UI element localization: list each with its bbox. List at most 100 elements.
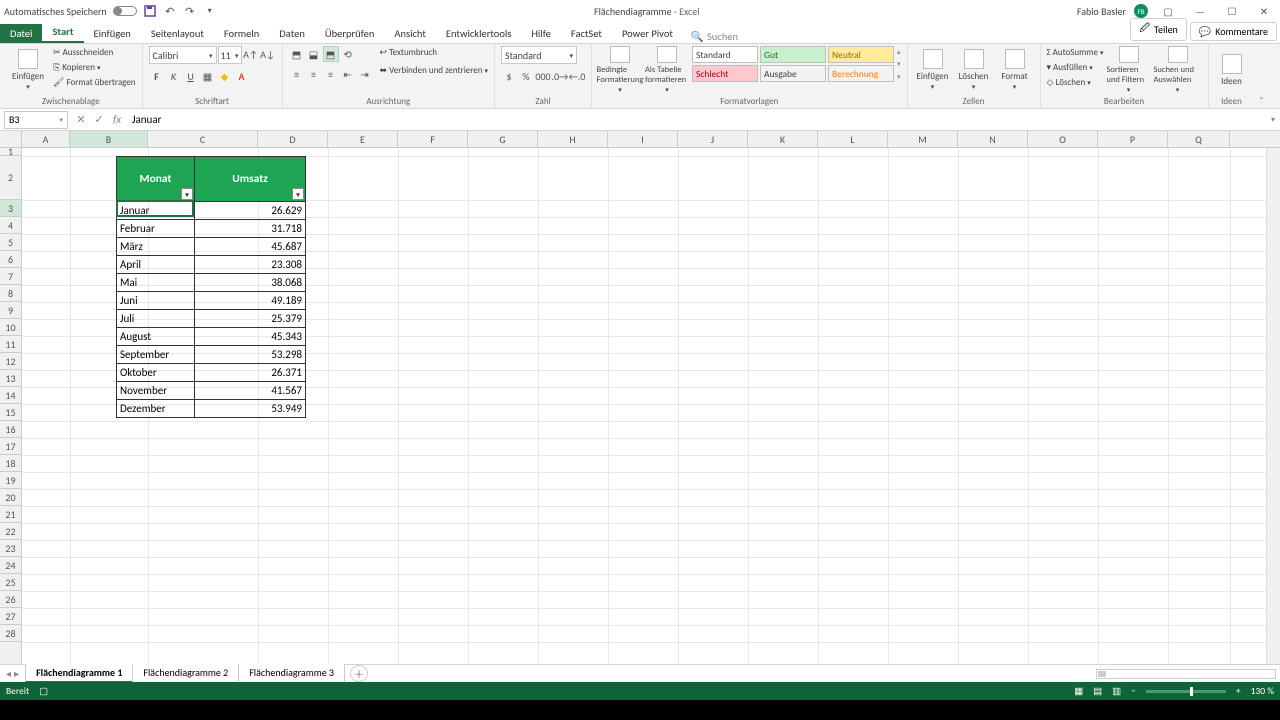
qat-customize-icon[interactable]: ▾ <box>203 4 217 18</box>
table-row[interactable]: Februar31.718 <box>117 219 305 237</box>
filter-button-monat[interactable]: ▾ <box>181 188 193 200</box>
row-header-26[interactable]: 26 <box>0 591 21 608</box>
row-header-18[interactable]: 18 <box>0 455 21 472</box>
tab-start[interactable]: Start <box>42 22 83 43</box>
align-left-icon[interactable]: ≡ <box>289 66 305 82</box>
table-header-umsatz[interactable]: Umsatz▾ <box>195 157 305 201</box>
styles-more-icon[interactable]: ▾ <box>897 72 901 81</box>
table-cell[interactable]: 49.189 <box>195 292 305 309</box>
col-header-M[interactable]: M <box>888 131 958 147</box>
filter-button-umsatz[interactable]: ▾ <box>292 188 304 200</box>
indent-increase-icon[interactable]: ⇥ <box>357 66 373 82</box>
name-box[interactable]: B3▾ <box>4 111 68 129</box>
table-cell[interactable]: 26.371 <box>195 364 305 381</box>
ribbon-mode-icon[interactable]: ▢ <box>1156 3 1180 19</box>
tab-hilfe[interactable]: Hilfe <box>521 24 561 43</box>
table-cell[interactable]: Juni <box>117 292 195 309</box>
table-cell[interactable]: April <box>117 256 195 273</box>
orientation-icon[interactable]: ⟲ <box>340 46 356 62</box>
find-select-button[interactable]: Suchen und Auswählen▾ <box>1154 46 1202 94</box>
sheet-tab-1[interactable]: Flächendiagramme 1 <box>25 664 133 683</box>
fill-button[interactable]: ▾Ausfüllen ▾ <box>1047 61 1104 75</box>
table-cell[interactable]: 26.629 <box>195 202 305 219</box>
tab-formeln[interactable]: Formeln <box>214 24 269 43</box>
table-cell[interactable]: Juli <box>117 310 195 327</box>
cell-styles-gallery[interactable]: Standard Gut Neutral Schlecht Ausgabe Be… <box>692 46 894 82</box>
row-header-10[interactable]: 10 <box>0 319 21 336</box>
col-header-F[interactable]: F <box>398 131 468 147</box>
insert-cells-button[interactable]: Einfügen▾ <box>914 46 952 94</box>
view-pagebreak-icon[interactable]: ▥ <box>1112 685 1121 697</box>
table-row[interactable]: Juni49.189 <box>117 291 305 309</box>
table-row[interactable]: Dezember53.949 <box>117 399 305 417</box>
row-header-22[interactable]: 22 <box>0 523 21 540</box>
table-cell[interactable]: Dezember <box>117 400 195 417</box>
col-header-L[interactable]: L <box>818 131 888 147</box>
table-cell[interactable]: Februar <box>117 220 195 237</box>
table-cell[interactable]: September <box>117 346 195 363</box>
close-icon[interactable]: ✕ <box>1252 3 1276 19</box>
add-sheet-button[interactable]: ＋ <box>350 665 368 682</box>
font-color-button[interactable]: A <box>234 68 250 84</box>
styles-scroll-down-icon[interactable]: ▾ <box>897 59 901 68</box>
tab-factset[interactable]: FactSet <box>561 24 612 43</box>
style-gut[interactable]: Gut <box>760 46 826 63</box>
table-cell[interactable]: 23.308 <box>195 256 305 273</box>
sort-filter-button[interactable]: Sortieren und Filtern▾ <box>1107 46 1151 94</box>
table-row[interactable]: Oktober26.371 <box>117 363 305 381</box>
row-header-1[interactable]: 1 <box>0 148 21 156</box>
horizontal-scrollbar[interactable] <box>1096 669 1276 679</box>
col-header-H[interactable]: H <box>538 131 608 147</box>
user-name[interactable]: Fabio Basler <box>1077 5 1126 18</box>
cancel-fx-icon[interactable]: ✕ <box>72 113 90 126</box>
tab-power pivot[interactable]: Power Pivot <box>612 24 683 43</box>
table-row[interactable]: September53.298 <box>117 345 305 363</box>
fill-color-button[interactable]: ◆ <box>217 68 233 84</box>
tab-überprüfen[interactable]: Überprüfen <box>315 24 385 43</box>
style-neutral[interactable]: Neutral <box>828 46 894 63</box>
zoom-slider[interactable] <box>1146 690 1226 693</box>
format-as-table-button[interactable]: Als Tabelle formatieren▾ <box>645 46 689 94</box>
table-cell[interactable]: November <box>117 382 195 399</box>
tab-einfügen[interactable]: Einfügen <box>84 24 141 43</box>
table-row[interactable]: August45.343 <box>117 327 305 345</box>
tab-ansicht[interactable]: Ansicht <box>384 24 436 43</box>
table-cell[interactable]: Januar <box>117 202 195 219</box>
row-header-5[interactable]: 5 <box>0 234 21 251</box>
comments-button[interactable]: 💬Kommentare <box>1190 22 1277 41</box>
minimize-icon[interactable]: — <box>1188 3 1212 19</box>
row-header-16[interactable]: 16 <box>0 421 21 438</box>
row-header-2[interactable]: 2 <box>0 156 21 200</box>
zoom-out-icon[interactable]: − <box>1131 685 1136 697</box>
zoom-level[interactable]: 130 % <box>1251 685 1274 697</box>
merge-center-button[interactable]: ⬌Verbinden und zentrieren ▾ <box>380 64 488 78</box>
row-header-6[interactable]: 6 <box>0 251 21 268</box>
table-cell[interactable]: August <box>117 328 195 345</box>
maximize-icon[interactable]: ☐ <box>1220 3 1244 19</box>
view-pagelayout-icon[interactable]: ▤ <box>1093 685 1102 697</box>
align-center-icon[interactable]: ≡ <box>306 66 322 82</box>
number-format-select[interactable]: Standard▾ <box>501 46 577 64</box>
select-all-corner[interactable] <box>0 131 22 148</box>
cut-button[interactable]: ✂Ausschneiden <box>53 46 136 60</box>
view-normal-icon[interactable]: ▦ <box>1074 685 1083 697</box>
row-header-7[interactable]: 7 <box>0 268 21 285</box>
col-header-B[interactable]: B <box>70 131 148 147</box>
table-row[interactable]: November41.567 <box>117 381 305 399</box>
col-header-I[interactable]: I <box>608 131 678 147</box>
styles-scroll-up-icon[interactable]: ▴ <box>897 47 901 56</box>
table-cell[interactable]: 53.949 <box>195 400 305 417</box>
copy-button[interactable]: ⎘Kopieren ▾ <box>53 61 136 75</box>
italic-button[interactable]: K <box>166 68 182 84</box>
column-headers[interactable]: ABCDEFGHIJKLMNOPQ <box>22 131 1280 148</box>
row-header-27[interactable]: 27 <box>0 608 21 625</box>
row-header-23[interactable]: 23 <box>0 540 21 557</box>
table-cell[interactable]: 45.687 <box>195 238 305 255</box>
row-header-17[interactable]: 17 <box>0 438 21 455</box>
sheet-nav-last-icon[interactable]: ▸ <box>14 667 19 680</box>
table-row[interactable]: Januar26.629 <box>117 201 305 219</box>
currency-icon[interactable]: $ <box>501 68 517 84</box>
table-cell[interactable]: 25.379 <box>195 310 305 327</box>
table-cell[interactable]: 41.567 <box>195 382 305 399</box>
row-header-8[interactable]: 8 <box>0 285 21 302</box>
